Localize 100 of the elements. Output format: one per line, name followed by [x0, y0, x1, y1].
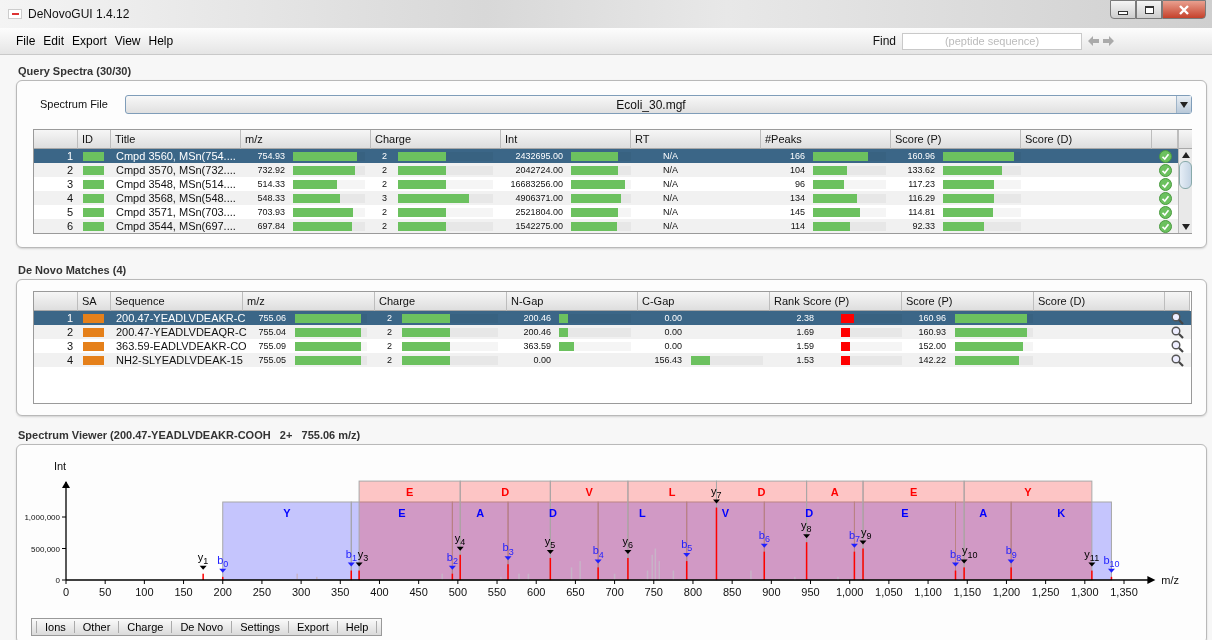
cell-value: 1.59	[795, 340, 814, 352]
residue-label: V	[721, 507, 730, 519]
scroll-down-icon[interactable]	[1181, 224, 1190, 230]
axis-title: Int	[53, 460, 67, 472]
ion-label: b$_{4}$	[592, 545, 604, 557]
tick-label: 0	[62, 586, 70, 598]
tick-label: 1,000,000	[24, 513, 60, 522]
peak-line	[222, 576, 224, 580]
column-header[interactable]: Score (P)	[891, 130, 1021, 149]
cell-value: 0.00	[663, 340, 682, 352]
magnifier-icon[interactable]	[1171, 353, 1184, 367]
scrollbar[interactable]	[1178, 149, 1192, 233]
peak-line	[597, 567, 599, 580]
tick-label: 850	[722, 586, 742, 598]
cell-value: 0.00	[532, 354, 551, 366]
toolbar-button[interactable]: Settings	[231, 621, 288, 633]
table-row[interactable]: 2 Cmpd 3570, MSn(732.... 732.92 2 2042724.00 N/A 104 133.62	[34, 163, 1178, 177]
toolbar-button[interactable]: De Novo	[171, 621, 232, 633]
tick-label: 550	[487, 586, 507, 598]
column-header[interactable]: Int	[501, 130, 631, 149]
column-header[interactable]: m/z	[243, 292, 375, 311]
ion-label: y$_{11}$	[1084, 548, 1100, 560]
ion-marker	[504, 556, 512, 561]
spectrum-file-dropdown[interactable]: Ecoli_30.mgf	[125, 95, 1192, 114]
column-header	[1165, 292, 1190, 311]
row-number: 4	[65, 192, 74, 204]
cell-value: 1.53	[795, 354, 814, 366]
column-header[interactable]: Title	[111, 130, 241, 149]
menu-item[interactable]: File	[12, 32, 40, 50]
residue-label: E	[406, 486, 414, 499]
column-header[interactable]: m/z	[241, 130, 371, 149]
menu-item[interactable]: Help	[144, 32, 178, 50]
ion-marker	[683, 553, 691, 558]
column-header[interactable]: Score (D)	[1034, 292, 1165, 311]
axis-title: m/z	[1161, 574, 1180, 586]
ion-marker	[199, 565, 207, 570]
ion-label: b$_{3}$	[502, 542, 514, 554]
ion-marker	[760, 543, 768, 548]
magnifier-icon[interactable]	[1171, 325, 1184, 339]
cell-value: 755.06	[257, 312, 286, 324]
cell-value: 754.93	[256, 150, 285, 162]
cell-value: 145	[788, 206, 805, 218]
toolbar-button[interactable]: Help	[336, 621, 378, 633]
column-header[interactable]: Score (D)	[1021, 130, 1152, 149]
tick-label: 0	[55, 576, 60, 585]
table-row[interactable]: 6 Cmpd 3544, MSn(697.... 697.84 2 1542275.00 N/A 114 92.33	[34, 219, 1178, 233]
table-cell-text: N/A	[662, 220, 679, 232]
table-row[interactable]: 1 Cmpd 3560, MSn(754.... 754.93 2 2432695.00 N/A 166 160.96	[34, 149, 1178, 163]
menu-item[interactable]: Edit	[39, 32, 69, 50]
cell-value: 2.38	[795, 312, 814, 324]
toolbar-button[interactable]: Export	[287, 621, 337, 633]
cell-value: 697.84	[256, 220, 285, 232]
cell-value: 2042724.00	[514, 164, 563, 176]
table-row[interactable]: 2 200.47-YEADLVDEAQR-C 755.04 2 200.46 0.00 1.69 160.93	[34, 325, 1191, 339]
toolbar-button[interactable]: Ions	[36, 621, 74, 633]
menu-item[interactable]: View	[110, 32, 145, 50]
ion-marker	[1007, 559, 1015, 564]
scrollbar-thumb[interactable]	[1179, 161, 1192, 189]
row-number: 2	[65, 326, 74, 338]
ion-marker	[624, 549, 632, 554]
table-cell-text: N/A	[662, 150, 679, 162]
column-header[interactable]: Charge	[375, 292, 507, 311]
table-cell-text: Cmpd 3544, MSn(697....	[115, 220, 237, 232]
column-header[interactable]: N-Gap	[507, 292, 638, 311]
ion-marker	[803, 534, 811, 539]
column-header[interactable]: Sequence	[111, 292, 243, 311]
table-row[interactable]: 4 Cmpd 3568, MSn(548.... 548.33 3 4906371.00 N/A 134 116.29	[34, 191, 1178, 205]
toolbar-button[interactable]: Other	[73, 621, 119, 633]
ion-label: y$_{6}$	[622, 535, 633, 547]
table-row[interactable]: 1 200.47-YEADLVDEAKR-C 755.06 2 200.46 0.00 2.38 160.96	[34, 311, 1191, 325]
close-button[interactable]	[1162, 0, 1206, 19]
column-header[interactable]: ID	[78, 130, 111, 149]
table-row[interactable]: 4 NH2-SLYEADLVDEAK-15 755.05 2 0.00 156.43 1.53 142.22	[34, 353, 1191, 367]
cell-value: 0.00	[663, 312, 682, 324]
minimize-button[interactable]	[1110, 0, 1136, 19]
residue-label: D	[805, 507, 814, 519]
column-header[interactable]: RT	[631, 130, 761, 149]
app-icon	[8, 9, 22, 19]
column-header[interactable]: Rank Score (P)	[770, 292, 902, 311]
ion-marker	[1088, 562, 1096, 567]
find-field[interactable]: (peptide sequence)	[902, 32, 1082, 50]
peak-line	[358, 570, 360, 580]
menu-item[interactable]: Export	[68, 32, 111, 50]
column-header[interactable]: Charge	[371, 130, 501, 149]
table-cell-text: N/A	[662, 164, 679, 176]
column-header[interactable]: Score (P)	[902, 292, 1034, 311]
ion-label: b$_{10}$	[1103, 554, 1120, 566]
residue-label: A	[830, 486, 839, 499]
ion-label: b$_{9}$	[1005, 545, 1017, 557]
column-header[interactable]: C-Gap	[638, 292, 770, 311]
toolbar-button[interactable]: Charge	[118, 621, 172, 633]
tick-label: 500,000	[31, 544, 60, 554]
ion-marker	[712, 499, 720, 504]
maximize-button[interactable]	[1136, 0, 1162, 19]
magnifier-icon[interactable]	[1171, 339, 1184, 353]
column-header[interactable]: #Peaks	[761, 130, 891, 149]
column-header[interactable]: SA	[78, 292, 111, 311]
ion-label: y$_{7}$	[710, 485, 722, 497]
cell-value: 2	[386, 340, 392, 352]
magnifier-icon[interactable]	[1171, 311, 1184, 325]
